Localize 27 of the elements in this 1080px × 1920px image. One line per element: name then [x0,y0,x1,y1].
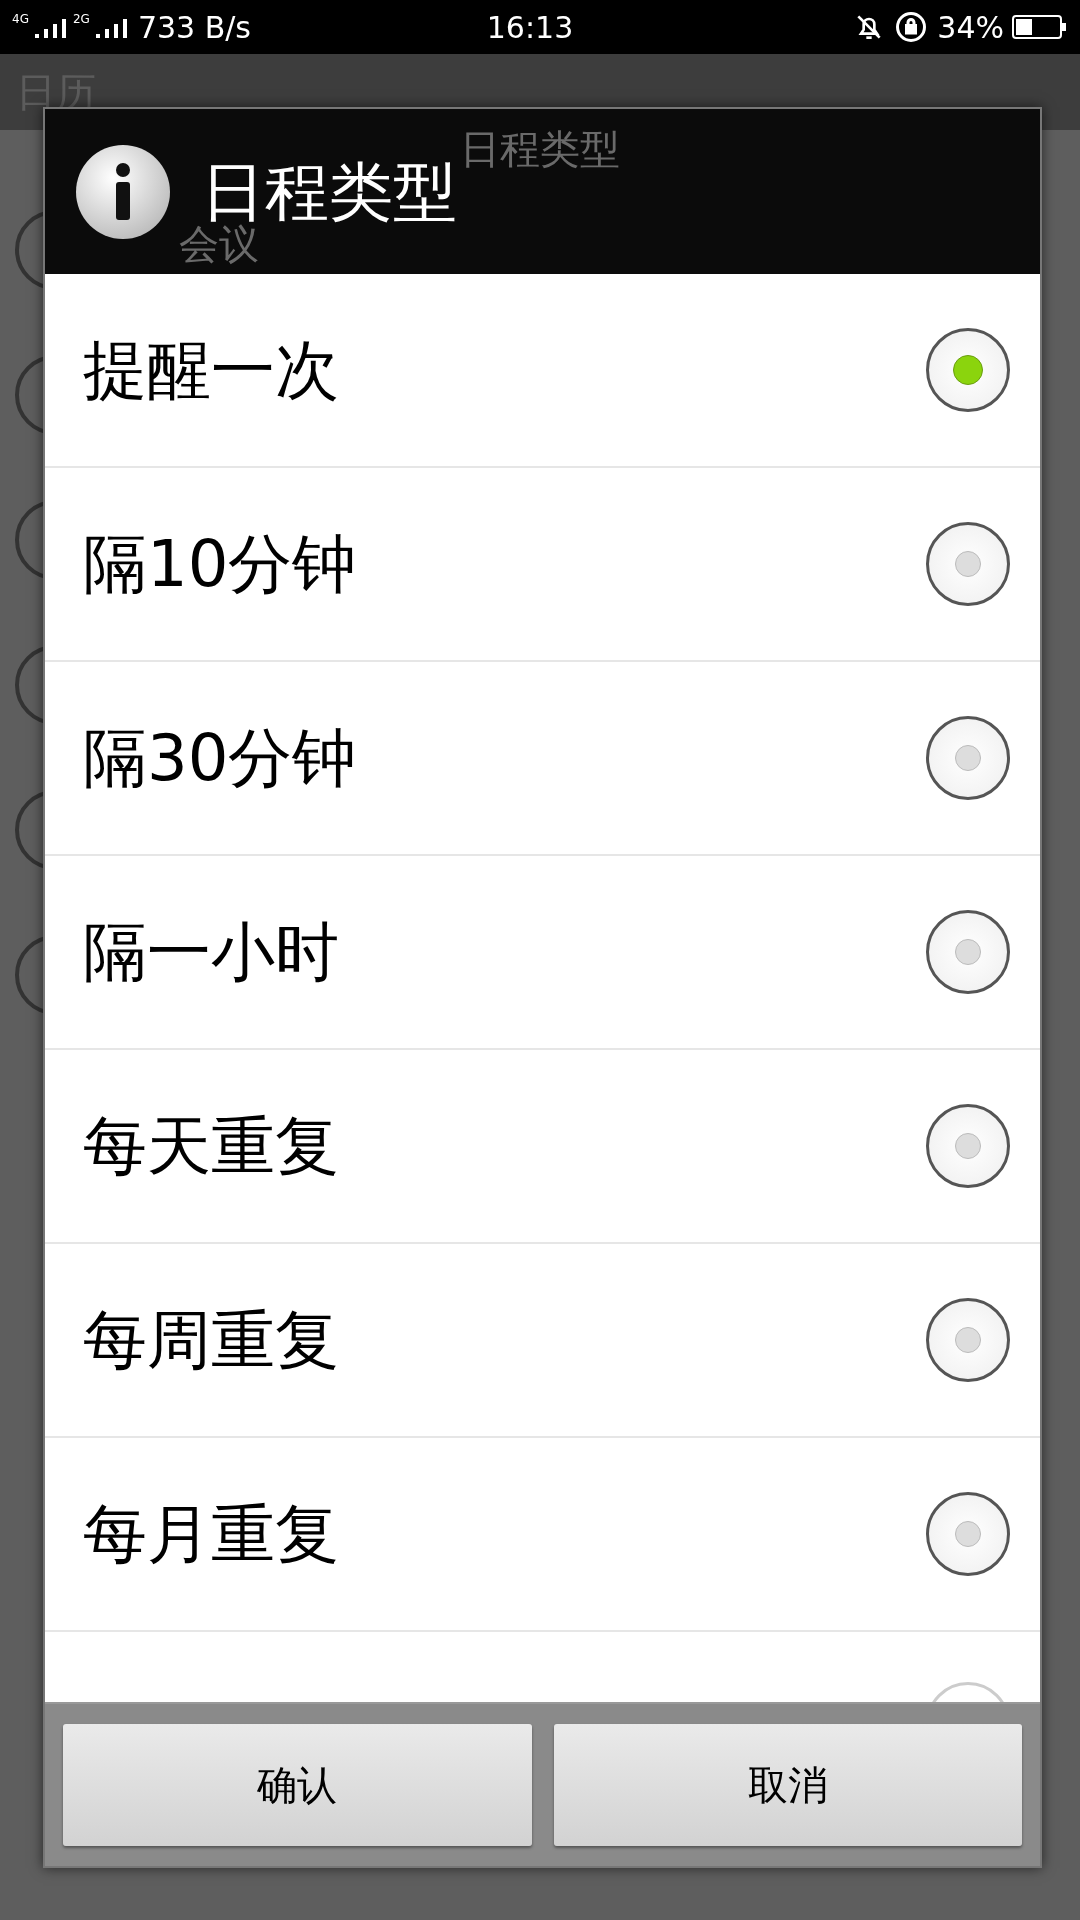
option-row[interactable]: 隔10分钟 [45,468,1040,662]
option-row[interactable]: 提醒一次 [45,274,1040,468]
battery-icon [1012,13,1068,41]
option-label: 隔30分钟 [83,720,358,797]
option-label: 每周重复 [83,1302,340,1379]
clock: 16:13 [485,8,575,47]
option-label: 每天重复 [83,1108,340,1185]
option-label: 提醒一次 [83,332,340,409]
option-row[interactable]: 隔30分钟 [45,662,1040,856]
option-label: 隔10分钟 [83,526,358,603]
info-icon [75,143,171,240]
signal-icon [32,16,69,38]
option-label: 隔一小时 [83,914,340,991]
background-item-label: 会议 [179,221,259,269]
battery-percent: 34% [937,8,1004,47]
dialog-button[interactable]: 取消 [553,1724,1022,1846]
network-label: 2G [72,12,90,25]
option-label: 每月重复 [83,1496,340,1573]
background-title: 日程类型 [460,125,620,174]
dialog-button[interactable]: 确认 [63,1724,532,1846]
network-label: 4G [12,12,29,25]
network-speed: 733 B/s [137,8,251,47]
option-row[interactable]: 每周重复 [45,1244,1040,1438]
option-row[interactable]: 每月重复 [45,1438,1040,1632]
option-row[interactable]: 隔一小时 [45,856,1040,1050]
signal-icon [93,16,130,38]
option-row[interactable]: 每天重复 [45,1050,1040,1244]
